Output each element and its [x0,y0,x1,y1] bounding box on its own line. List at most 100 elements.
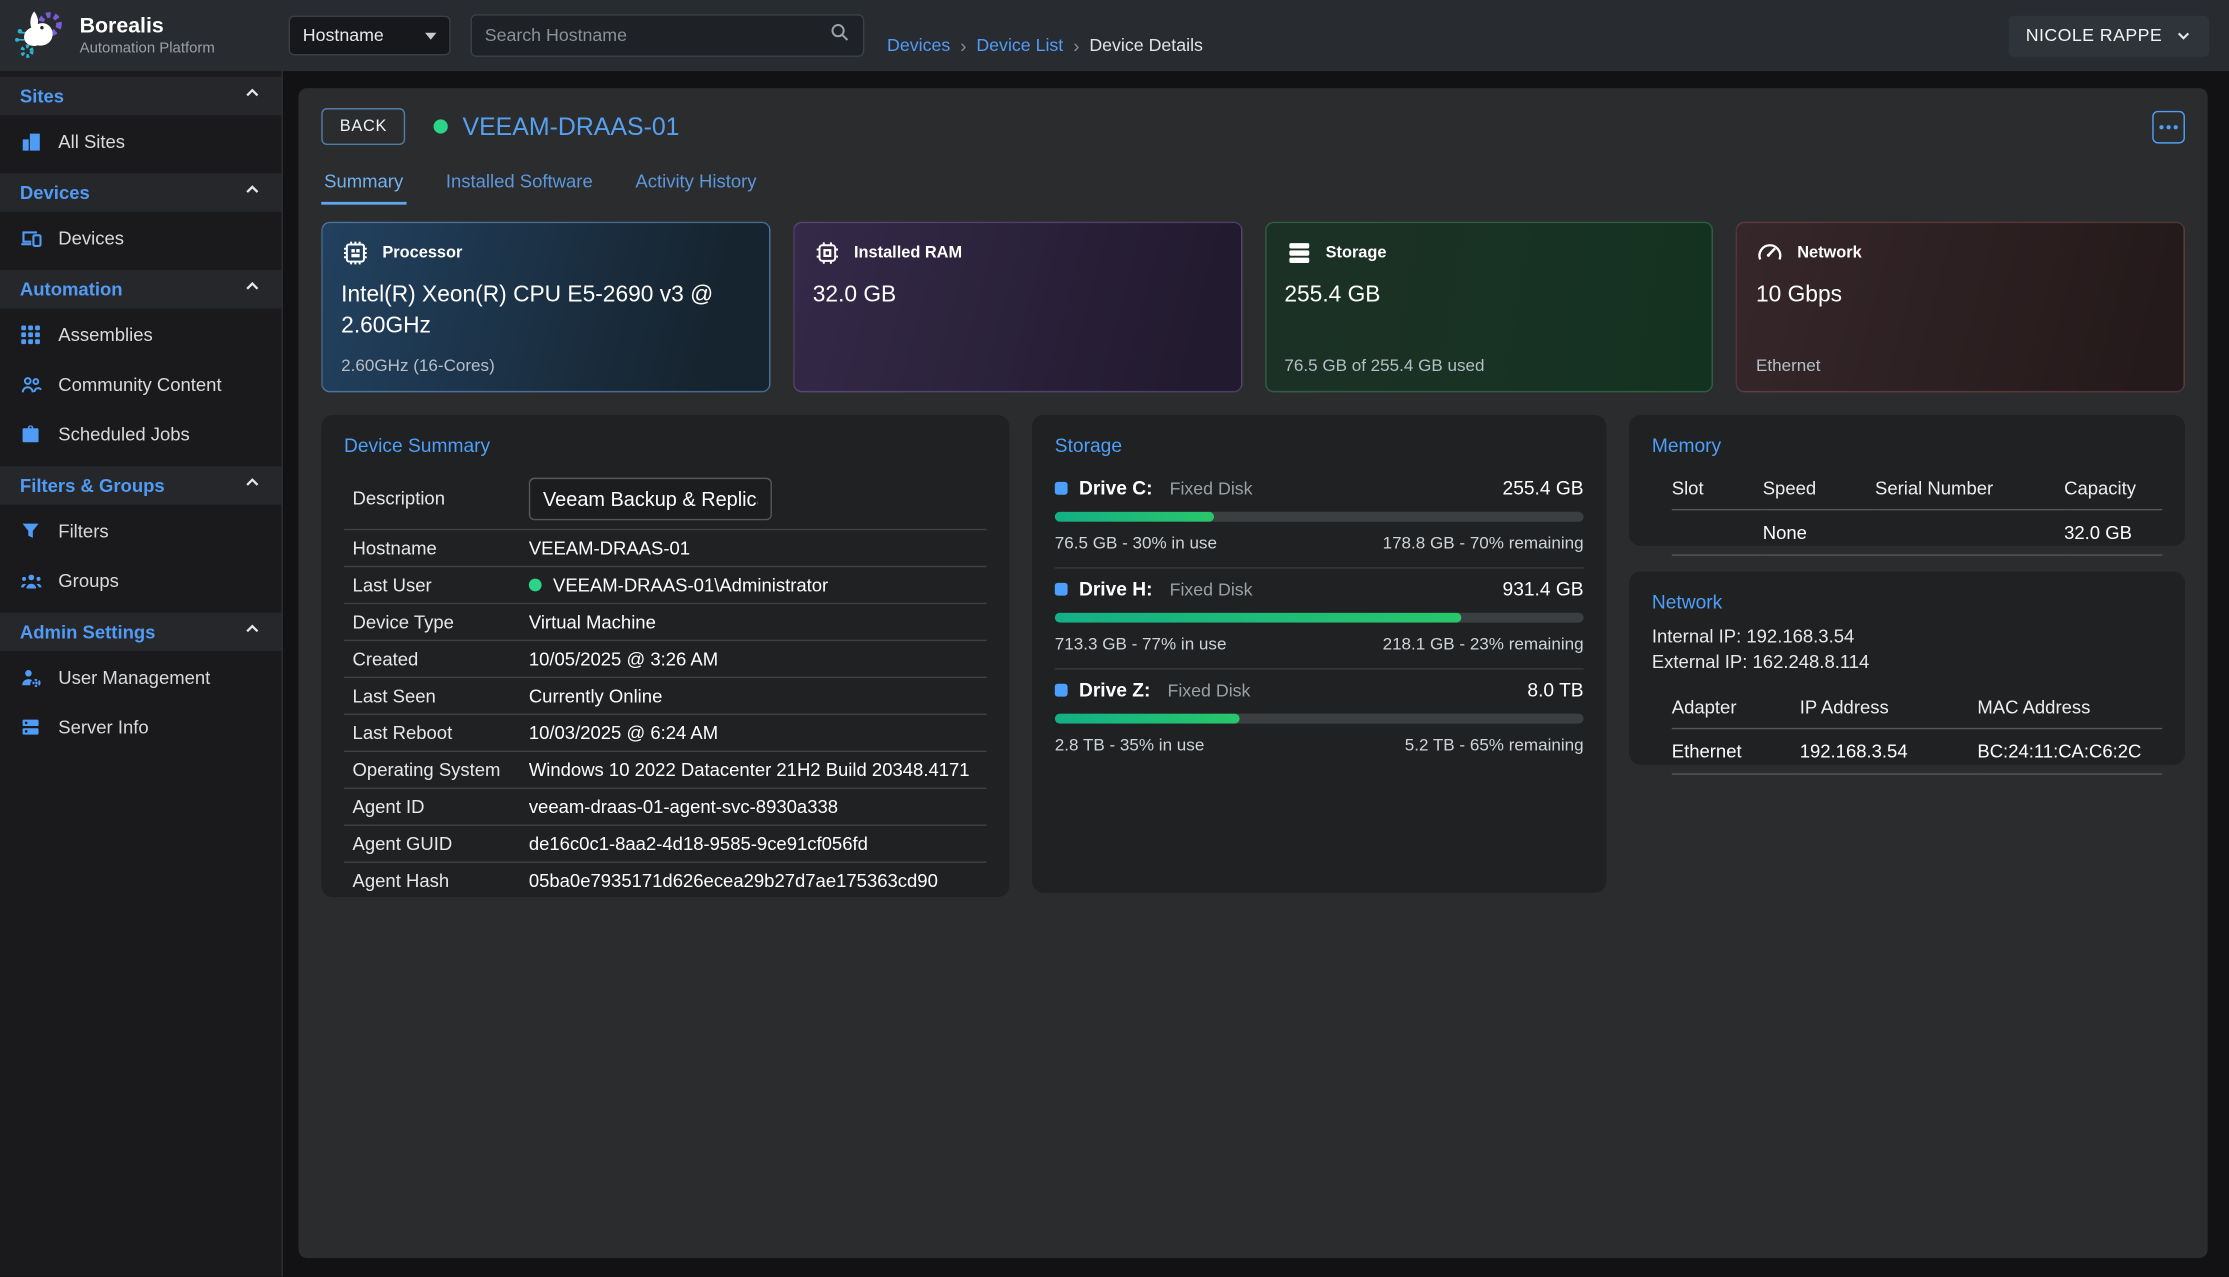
cpu-icon [341,239,369,267]
ram-subtext [813,355,1222,375]
chevron-up-icon [243,619,261,645]
description-input[interactable] [529,477,772,520]
hostname-filter-dropdown[interactable]: Hostname [289,16,451,56]
ram-chip-icon [813,239,841,267]
user-gear-icon [20,666,43,689]
people-icon [20,373,43,396]
sidebar-item-label: Scheduled Jobs [58,424,190,445]
detail-panels-row: Device Summary Description Hostname VEEA… [321,415,2185,897]
top-bar: Borealis Automation Platform Hostname De… [0,0,2229,71]
sidebar-section-admin-settings[interactable]: Admin Settings [0,613,281,651]
summary-row-last-user: Last User VEEAM-DRAAS-01\Administrator [344,567,987,604]
device-details-panel: BACK VEEAM-DRAAS-01 Summary Installed So… [299,88,2208,1258]
caret-down-icon [425,32,436,39]
server-icon [20,716,43,737]
drive-row-c: Drive C: Fixed Disk 255.4 GB 76.5 GB - 3… [1055,468,1584,569]
drive-remaining-text: 5.2 TB - 65% remaining [1405,735,1584,755]
sidebar-item-label: Devices [58,227,124,248]
processor-value: Intel(R) Xeon(R) CPU E5-2690 v3 @ 2.60GH… [341,280,750,341]
storage-card: Storage 255.4 GB 76.5 GB of 255.4 GB use… [1264,222,1713,393]
ram-value: 32.0 GB [813,280,1222,311]
sidebar-item-label: Groups [58,570,119,591]
chevron-down-icon [2175,27,2192,44]
devices-icon [20,227,43,250]
processor-card: Processor Intel(R) Xeon(R) CPU E5-2690 v… [321,222,770,393]
sidebar-item-label: Server Info [58,716,148,737]
card-label: Installed RAM [854,245,962,262]
search-icon[interactable] [829,21,850,49]
sidebar-item-all-sites[interactable]: All Sites [0,118,281,165]
summary-row-agent-hash: Agent Hash 05ba0e7935171d626ecea29b27d7a… [344,863,987,897]
building-icon [20,130,43,153]
breadcrumb-device-list[interactable]: Device List [976,36,1063,56]
tab-summary[interactable]: Summary [321,168,406,205]
drive-row-z: Drive Z: Fixed Disk 8.0 TB 2.8 TB - 35% … [1055,670,1584,770]
breadcrumb-devices[interactable]: Devices [887,36,950,56]
chevron-up-icon [243,473,261,499]
drive-remaining-text: 178.8 GB - 70% remaining [1383,533,1584,553]
right-panels-column: Memory Slot Speed Serial Number Capacity… [1629,415,2185,765]
summary-row-agent-id: Agent ID veeam-draas-01-agent-svc-8930a3… [344,789,987,826]
summary-row-description: Description [344,468,987,531]
sidebar-item-filters[interactable]: Filters [0,507,281,554]
drive-bullet-icon [1055,684,1068,697]
network-panel-title: Network [1652,591,2162,612]
sidebar-item-label: Assemblies [58,324,152,345]
funnel-icon [20,520,43,541]
sidebar-section-sites[interactable]: Sites [0,77,281,115]
chevron-up-icon [243,276,261,302]
ellipsis-icon [2159,124,2163,128]
sidebar-item-community-content[interactable]: Community Content [0,361,281,408]
device-header: BACK VEEAM-DRAAS-01 [321,108,2185,145]
adapter-ip-cell: 192.168.3.54 [1800,728,1978,775]
sidebar-section-automation[interactable]: Automation [0,270,281,308]
drive-row-h: Drive H: Fixed Disk 931.4 GB 713.3 GB - … [1055,569,1584,670]
memory-capacity-cell: 32.0 GB [2064,509,2162,556]
memory-table: Slot Speed Serial Number Capacity None 3… [1652,468,2162,556]
sidebar-item-label: Community Content [58,374,221,395]
storage-panel-title: Storage [1055,435,1584,456]
sidebar-item-scheduled-jobs[interactable]: Scheduled Jobs [0,411,281,458]
user-menu-button[interactable]: NICOLE RAPPE [2009,15,2209,56]
sidebar-item-devices[interactable]: Devices [0,215,281,262]
network-value: 10 Gbps [1756,280,2165,311]
storage-stack-icon [1284,239,1312,267]
sidebar-section-devices[interactable]: Devices [0,173,281,211]
drive-bullet-icon [1055,482,1068,495]
more-actions-button[interactable] [2152,110,2185,143]
network-panel: Network Internal IP: 192.168.3.54 Extern… [1629,571,2185,764]
search-input[interactable] [485,26,829,46]
drive-used-text: 713.3 GB - 77% in use [1055,634,1227,654]
sidebar-item-user-management[interactable]: User Management [0,654,281,701]
chevron-up-icon [243,83,261,109]
adapter-mac-cell: BC:24:11:CA:C6:2C [1977,728,2162,775]
search-box[interactable] [471,14,865,57]
network-adapters-table: Adapter IP Address MAC Address Ethernet … [1652,687,2162,775]
groups-icon [20,569,43,592]
tab-activity-history[interactable]: Activity History [633,168,760,205]
grid-icon [20,324,43,345]
brand-logo-area[interactable]: Borealis Automation Platform [0,7,283,64]
app-viewport: Borealis Automation Platform Hostname De… [0,0,2229,1277]
sidebar-section-filters-groups[interactable]: Filters & Groups [0,466,281,504]
device-tabs: Summary Installed Software Activity Hist… [321,168,2185,205]
drive-bullet-icon [1055,583,1068,596]
drive-used-text: 2.8 TB - 35% in use [1055,735,1205,755]
sidebar-item-server-info[interactable]: Server Info [0,704,281,751]
sidebar-item-groups[interactable]: Groups [0,557,281,604]
drive-used-text: 76.5 GB - 30% in use [1055,533,1217,553]
summary-row-created: Created 10/05/2025 @ 3:26 AM [344,641,987,678]
user-menu-label: NICOLE RAPPE [2026,26,2162,46]
sidebar-item-label: User Management [58,667,210,688]
memory-panel: Memory Slot Speed Serial Number Capacity… [1629,415,2185,546]
sidebar-item-assemblies[interactable]: Assemblies [0,311,281,358]
briefcase-icon [20,424,43,445]
back-button[interactable]: BACK [321,108,405,145]
drive-usage-bar [1055,512,1584,522]
device-online-status-dot [434,119,448,133]
gauge-icon [1756,239,1784,267]
device-name-title: VEEAM-DRAAS-01 [462,112,679,142]
tab-installed-software[interactable]: Installed Software [443,168,596,205]
card-label: Network [1797,245,1862,262]
summary-row-device-type: Device Type Virtual Machine [344,604,987,641]
